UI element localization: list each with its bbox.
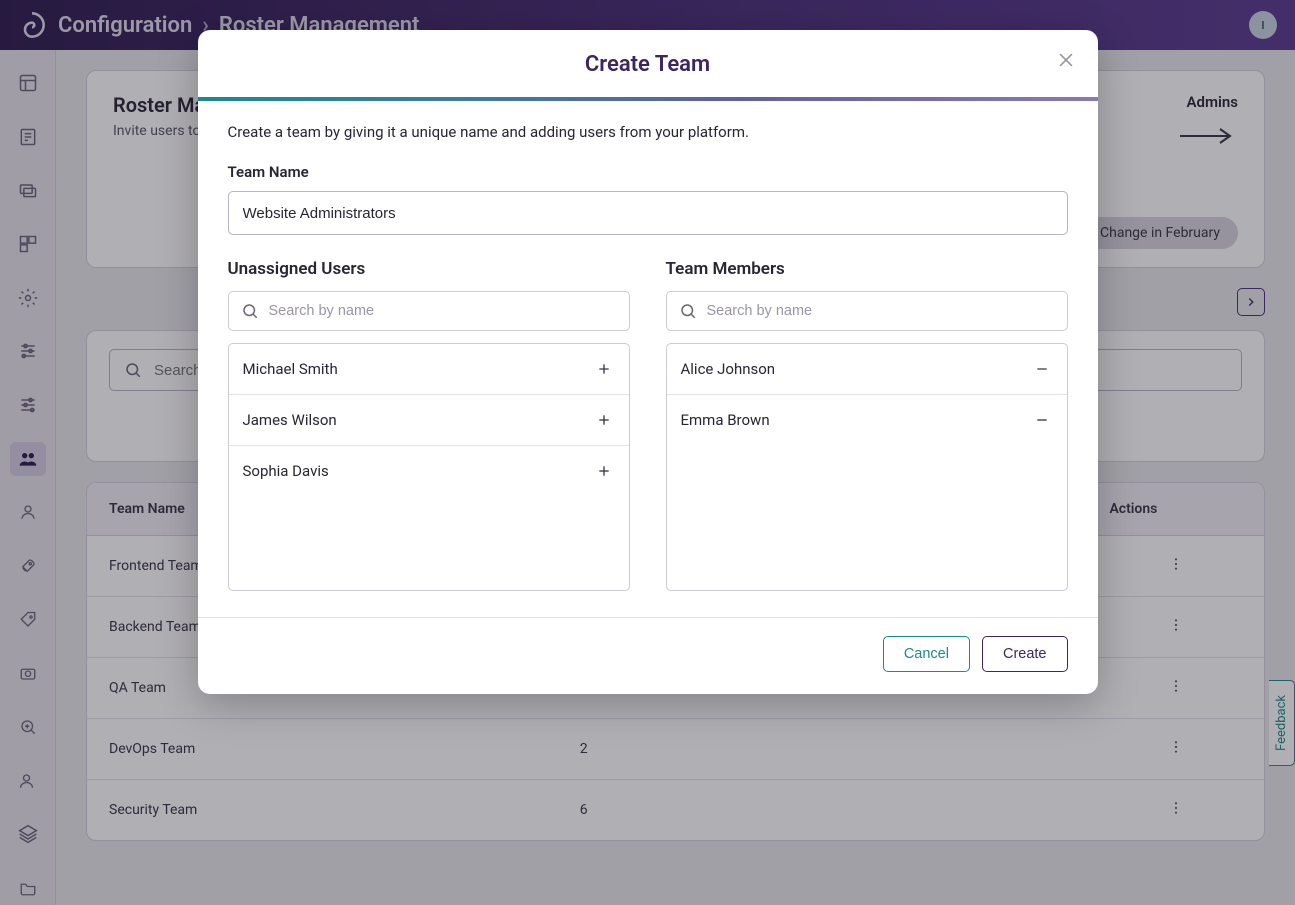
user-name: James Wilson — [243, 411, 337, 429]
members-list: Alice Johnson Emma Brown — [666, 343, 1068, 591]
team-name-label: Team Name — [228, 163, 1068, 181]
members-heading: Team Members — [666, 259, 1068, 279]
modal-overlay[interactable]: Create Team Create a team by giving it a… — [0, 0, 1295, 905]
user-name: Sophia Davis — [243, 462, 329, 480]
modal-title: Create Team — [228, 52, 1068, 77]
member-user-item: Emma Brown — [667, 395, 1067, 445]
unassigned-user-item: Sophia Davis — [229, 446, 629, 496]
add-user-icon[interactable] — [593, 409, 615, 431]
unassigned-heading: Unassigned Users — [228, 259, 630, 279]
unassigned-search[interactable] — [228, 291, 630, 331]
team-name-input[interactable] — [228, 191, 1068, 235]
members-search[interactable] — [666, 291, 1068, 331]
cancel-button[interactable]: Cancel — [883, 636, 970, 672]
unassigned-list: Michael Smith James Wilson Sophia Davis — [228, 343, 630, 591]
remove-user-icon[interactable] — [1031, 409, 1053, 431]
search-icon — [679, 302, 697, 320]
remove-user-icon[interactable] — [1031, 358, 1053, 380]
user-name: Michael Smith — [243, 360, 338, 378]
add-user-icon[interactable] — [593, 460, 615, 482]
add-user-icon[interactable] — [593, 358, 615, 380]
search-icon — [241, 302, 259, 320]
unassigned-user-item: James Wilson — [229, 395, 629, 446]
member-user-item: Alice Johnson — [667, 344, 1067, 395]
unassigned-user-item: Michael Smith — [229, 344, 629, 395]
create-button[interactable]: Create — [982, 636, 1068, 672]
user-name: Alice Johnson — [681, 360, 776, 378]
create-team-modal: Create Team Create a team by giving it a… — [198, 30, 1098, 694]
modal-description: Create a team by giving it a unique name… — [228, 123, 1068, 141]
close-icon[interactable] — [1056, 50, 1076, 74]
members-search-input[interactable] — [707, 303, 1055, 319]
user-name: Emma Brown — [681, 411, 770, 429]
unassigned-search-input[interactable] — [269, 303, 617, 319]
